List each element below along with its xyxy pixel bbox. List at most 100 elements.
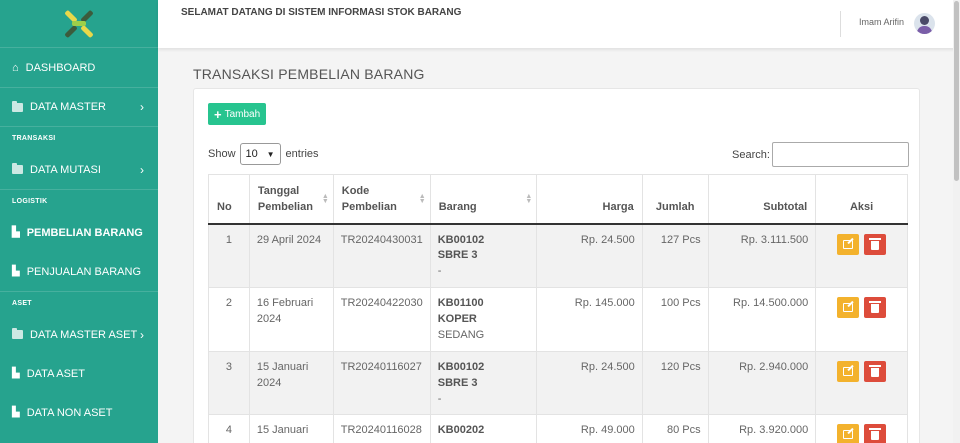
barang-ket: - (437, 392, 442, 405)
sidebar: ⌂ DASHBOARD DATA MASTER › TRANSAKSI DATA… (0, 0, 158, 443)
col-header-harga[interactable]: Harga (536, 174, 643, 225)
purchase-table: No Tanggal Pembelian ▲ ▼ Kode Pembelian ▲ ▼ … (208, 174, 908, 443)
logo-area (0, 0, 158, 48)
cell-tanggal: 15 Januari (248, 414, 334, 443)
page-scrollbar[interactable] (953, 0, 960, 443)
barang-kode: KB00102 (437, 361, 485, 373)
folder-icon (12, 328, 23, 339)
cell-barang: KB00202 (429, 414, 538, 443)
col-header-kode[interactable]: Kode Pembelian ▲ ▼ (332, 174, 431, 225)
trash-icon (869, 237, 882, 250)
content-panel: + Tambah Show 10 ▼ entries Search: No Ta… (193, 88, 920, 443)
cell-harga: Rp. 49.000 (536, 414, 643, 443)
barang-nama: KOPER (437, 312, 477, 325)
sort-icon: ▲ ▼ (321, 193, 329, 205)
edit-button[interactable] (837, 297, 860, 318)
edit-button[interactable] (837, 424, 860, 443)
edit-icon (843, 430, 854, 439)
entries-select[interactable]: 10 ▼ (239, 143, 281, 165)
sidebar-item-data-mutasi[interactable]: DATA MUTASI › (0, 150, 158, 189)
trash-icon (869, 365, 882, 377)
cell-aksi (815, 223, 908, 288)
edit-button[interactable] (837, 233, 860, 255)
cell-jumlah: 120 Pcs (641, 351, 709, 415)
table-row: 2 16 Februari 2024 TR20240422030 KB01100… (208, 287, 908, 352)
welcome-text: SELAMAT DATANG DI SISTEM INFORMASI STOK … (181, 7, 462, 18)
add-button[interactable]: + Tambah (208, 103, 267, 125)
chevron-right-icon: › (140, 100, 144, 114)
barang-kode: KB00202 (437, 424, 485, 436)
edit-icon (843, 239, 854, 249)
table-row: 4 15 Januari TR20240116028 KB00202 Rp. 4… (208, 414, 908, 443)
sidebar-item-label: PENJUALAN BARANG (26, 265, 142, 278)
cell-aksi (815, 351, 908, 415)
delete-button[interactable] (864, 297, 887, 318)
edit-button[interactable] (837, 361, 860, 382)
sidebar-item-data-non-aset[interactable]: ▙ DATA NON ASET (0, 393, 158, 432)
cell-kode: TR20240116028 (332, 414, 431, 443)
sitemap-icon: ▙ (12, 368, 20, 379)
sidebar-item-pembelian-barang[interactable]: ▙ PEMBELIAN BARANG (0, 213, 158, 252)
chevron-right-icon: › (140, 327, 144, 342)
scrollbar-thumb[interactable] (954, 1, 959, 181)
cell-barang: KB00102 SBRE 3 - (429, 223, 538, 288)
cell-no: 1 (208, 223, 250, 288)
sidebar-item-label: DATA MASTER (30, 101, 106, 113)
sidebar-item-label: PEMBELIAN BARANG (26, 226, 143, 239)
sort-icon: ▲ ▼ (418, 193, 426, 205)
user-name[interactable]: Imam Arifin (859, 17, 904, 27)
cell-aksi (815, 287, 908, 352)
chevron-down-icon: ▼ (266, 149, 275, 159)
col-header-aksi: Aksi (815, 174, 908, 225)
app-logo[interactable] (61, 6, 97, 42)
cell-kode: TR20240422030 (332, 287, 431, 352)
cell-barang: KB01100 KOPER SEDANG (429, 287, 538, 352)
barang-kode: KB00102 (437, 233, 485, 246)
cell-tanggal: 29 April 2024 (248, 223, 334, 288)
trash-icon (869, 301, 882, 313)
sidebar-item-label: DATA ASET (26, 367, 85, 380)
cell-no: 4 (208, 414, 250, 443)
cell-no: 3 (208, 351, 250, 415)
sidebar-item-dashboard[interactable]: ⌂ DASHBOARD (0, 48, 158, 87)
sidebar-item-label: DATA MUTASI (30, 163, 101, 176)
delete-button[interactable] (864, 424, 887, 443)
cell-jumlah: 100 Pcs (641, 287, 709, 352)
sidebar-item-penjualan-barang[interactable]: ▙ PENJUALAN BARANG (0, 252, 158, 291)
edit-icon (843, 303, 854, 312)
home-icon: ⌂ (12, 61, 19, 74)
col-header-tanggal[interactable]: Tanggal Pembelian ▲ ▼ (248, 174, 334, 225)
cell-jumlah: 127 Pcs (641, 223, 709, 288)
cell-kode: TR20240430031 (332, 223, 431, 288)
cell-harga: Rp. 145.000 (536, 287, 643, 352)
col-header-jumlah[interactable]: Jumlah (641, 174, 709, 225)
entries-length-control: Show 10 ▼ entries (208, 143, 319, 165)
sidebar-item-data-aset[interactable]: ▙ DATA ASET (0, 354, 158, 393)
delete-button[interactable] (864, 361, 887, 382)
sidebar-item-data-master[interactable]: DATA MASTER › (0, 87, 158, 126)
col-header-barang[interactable]: Barang ▲ ▼ (429, 174, 538, 225)
sort-icon: ▲ ▼ (525, 193, 533, 205)
trash-icon (869, 428, 882, 440)
cell-no: 2 (208, 287, 250, 352)
cell-harga: Rp. 24.500 (536, 351, 643, 415)
cell-jumlah: 80 Pcs (641, 414, 709, 443)
sidebar-item-data-master-aset[interactable]: DATA MASTER ASET › (0, 315, 158, 354)
sidebar-item-label: DATA NON ASET (26, 406, 113, 419)
sitemap-icon: ▙ (12, 407, 20, 418)
search-input[interactable] (771, 142, 909, 167)
entries-value: 10 (245, 148, 258, 160)
sidebar-item-label: DATA MASTER ASET (30, 328, 138, 341)
col-header-subtotal[interactable]: Subtotal (707, 174, 817, 225)
sitemap-icon: ▙ (12, 266, 20, 277)
avatar[interactable] (914, 13, 935, 34)
show-label: Show (208, 148, 236, 160)
table-header-row: No Tanggal Pembelian ▲ ▼ Kode Pembelian ▲ ▼ … (208, 174, 908, 225)
sidebar-item-label: DASHBOARD (25, 61, 96, 74)
cell-tanggal: 16 Februari 2024 (248, 287, 334, 352)
divider (840, 11, 841, 37)
delete-button[interactable] (864, 233, 887, 255)
barang-kode: KB01100 (437, 297, 484, 309)
col-header-no[interactable]: No (208, 174, 250, 225)
cell-aksi (815, 414, 908, 443)
